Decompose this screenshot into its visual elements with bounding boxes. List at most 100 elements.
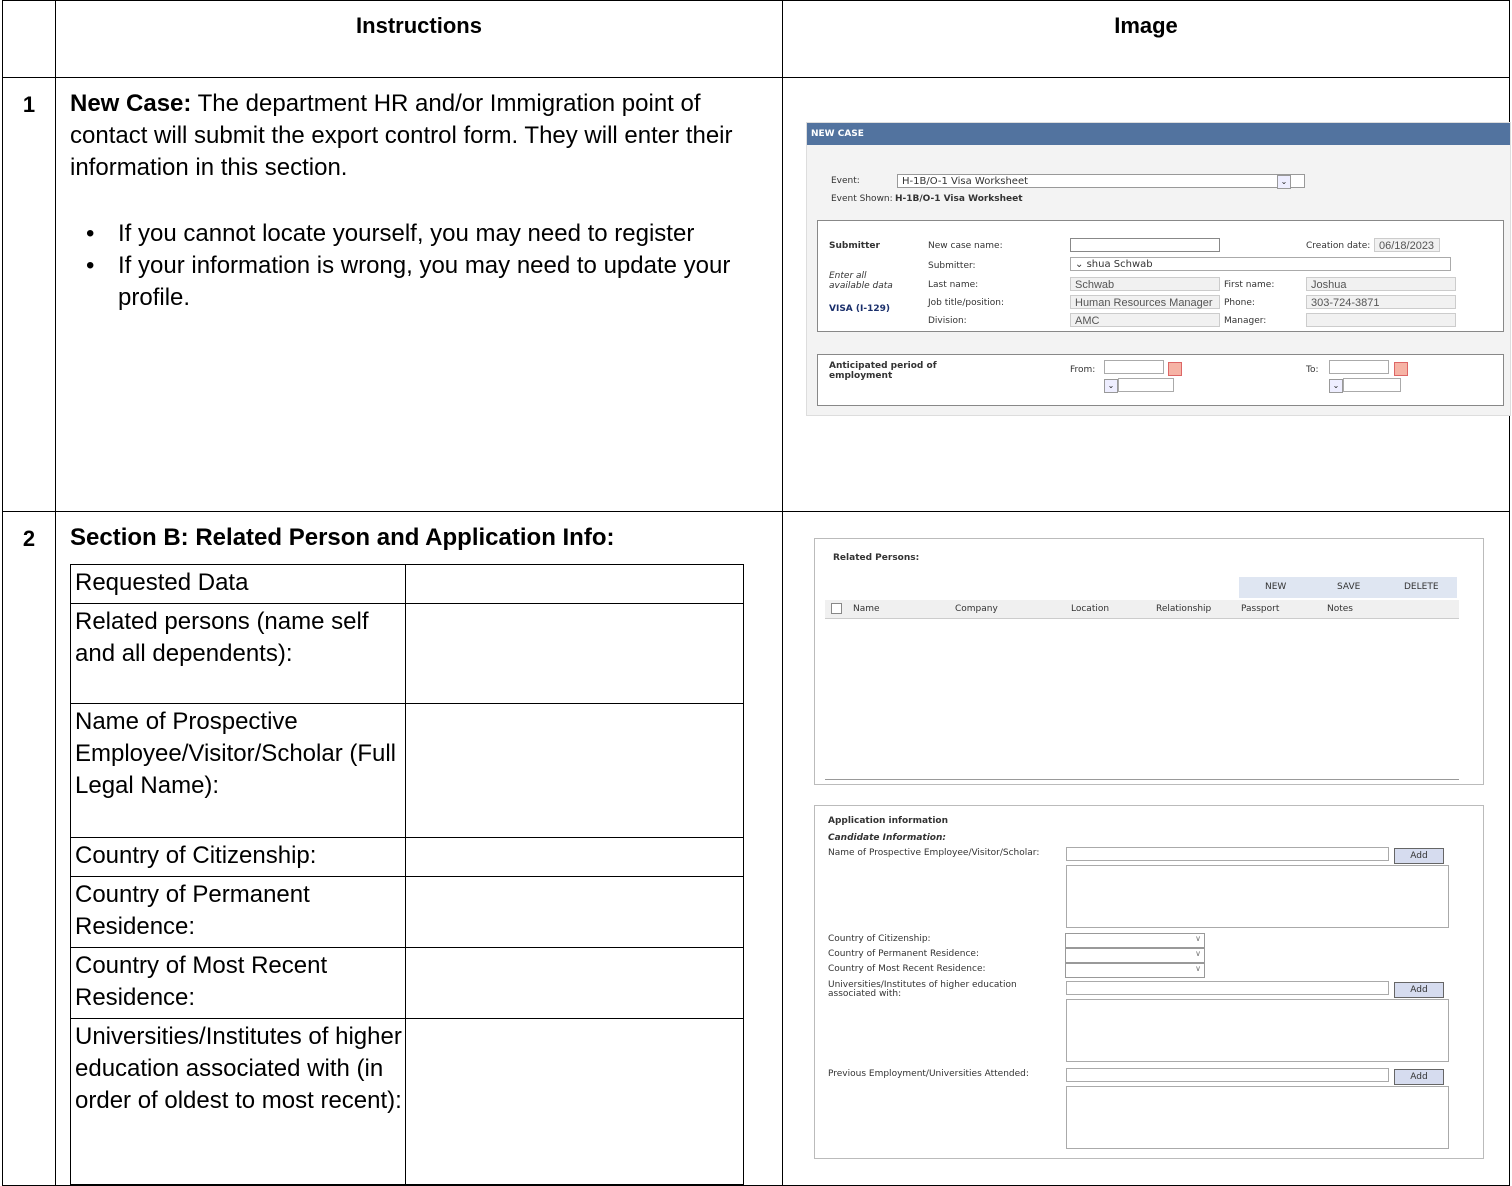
from-time-input[interactable] (1118, 378, 1174, 392)
header-image: Image (782, 0, 1510, 78)
event-dropdown-icon[interactable]: ⌄ (1277, 175, 1291, 189)
submitter-input[interactable]: ⌄ shua Schwab (1070, 257, 1451, 271)
event-shown-label: Event Shown: (831, 194, 893, 204)
req-value (405, 703, 744, 838)
chevron-down-icon[interactable]: ⌄ (1104, 379, 1118, 393)
application-title: Application information (828, 816, 948, 826)
save-button[interactable]: SAVE (1337, 582, 1360, 592)
calendar-icon[interactable] (1394, 362, 1408, 376)
citizenship-select[interactable] (1065, 933, 1205, 948)
new-case-name-input[interactable] (1070, 238, 1220, 252)
event-label: Event: (831, 176, 860, 186)
row-number-2: 2 (2, 511, 56, 1186)
delete-button[interactable]: DELETE (1404, 582, 1439, 592)
col-location[interactable]: Location (1071, 604, 1109, 614)
new-case-name-label: New case name: (928, 241, 1003, 251)
recent-label: Country of Most Recent Residence: (828, 964, 986, 974)
job-title-label: Job title/position: (928, 298, 1005, 308)
enter-all-text: Enter all (829, 271, 867, 281)
col-passport[interactable]: Passport (1241, 604, 1279, 614)
universities-list[interactable] (1066, 999, 1449, 1062)
first-name-field: Joshua (1306, 277, 1456, 291)
requested-data-table: Requested Data Related persons (name sel… (70, 564, 744, 1185)
visa-link[interactable]: VISA (I-129) (829, 304, 890, 314)
application-info-screenshot: Application information Candidate Inform… (814, 805, 1484, 1159)
previous-input[interactable] (1066, 1068, 1389, 1082)
add-previous-button[interactable]: Add (1394, 1069, 1444, 1085)
universities-input[interactable] (1066, 981, 1389, 995)
previous-label: Previous Employment/Universities Attende… (828, 1069, 1029, 1079)
from-label: From: (1070, 365, 1096, 375)
req-row-header: Requested Data (70, 564, 406, 604)
row1-title: New Case: (70, 90, 192, 117)
new-case-bar: NEW CASE (807, 123, 1510, 145)
candidate-subtitle: Candidate Information: (828, 833, 946, 843)
req-value (405, 876, 744, 948)
to-time-input[interactable] (1343, 378, 1401, 392)
submitter-box: Submitter Enter all available data VISA … (817, 220, 1504, 332)
new-case-screenshot: NEW CASE Event: H-1B/O-1 Visa Worksheet … (806, 122, 1511, 416)
add-prospective-button[interactable]: Add (1394, 848, 1444, 864)
division-label: Division: (928, 316, 967, 326)
req-value (405, 1018, 744, 1185)
employment-label: employment (829, 371, 893, 381)
related-toolbar: NEW SAVE DELETE (1239, 577, 1457, 598)
last-name-field: Schwab (1070, 277, 1220, 291)
manager-field (1306, 313, 1456, 327)
permanent-select[interactable] (1065, 948, 1205, 963)
previous-list[interactable] (1066, 1086, 1449, 1149)
row2-title: Section B: Related Person and Applicatio… (70, 524, 615, 551)
chevron-down-icon[interactable]: ⌄ (1075, 259, 1087, 270)
header-instructions: Instructions (55, 0, 783, 78)
available-data-text: available data (829, 281, 893, 291)
chevron-down-icon[interactable]: ⌄ (1329, 379, 1343, 393)
to-date-input[interactable] (1329, 360, 1389, 374)
bullet-register: If you cannot locate yourself, you may n… (86, 218, 772, 250)
new-button[interactable]: NEW (1265, 582, 1286, 592)
bullet-update-profile: If your information is wrong, you may ne… (86, 250, 772, 314)
to-label: To: (1306, 365, 1319, 375)
req-row-related: Related persons (name self and all depen… (70, 603, 406, 704)
req-value (405, 564, 744, 604)
col-name[interactable]: Name (853, 604, 880, 614)
citizenship-label: Country of Citizenship: (828, 934, 931, 944)
select-all-checkbox[interactable] (831, 603, 842, 614)
division-field: AMC (1070, 313, 1220, 327)
universities-label-2: associated with: (828, 989, 902, 999)
col-relationship[interactable]: Relationship (1156, 604, 1211, 614)
add-universities-button[interactable]: Add (1394, 982, 1444, 998)
req-row-permanent: Country of Permanent Residence: (70, 876, 406, 948)
calendar-icon[interactable] (1168, 362, 1182, 376)
req-value (405, 837, 744, 877)
recent-select[interactable] (1065, 963, 1205, 978)
related-divider (825, 779, 1459, 780)
event-shown-value: H-1B/O-1 Visa Worksheet (895, 194, 1023, 204)
header-number-cell (2, 0, 56, 78)
req-row-recent: Country of Most Recent Residence: (70, 947, 406, 1019)
prospective-list[interactable] (1066, 865, 1449, 928)
event-select[interactable]: H-1B/O-1 Visa Worksheet (897, 174, 1305, 188)
last-name-label: Last name: (928, 280, 979, 290)
row1-bullets: If you cannot locate yourself, you may n… (70, 218, 772, 314)
from-date-input[interactable] (1104, 360, 1164, 374)
manager-label: Manager: (1224, 316, 1267, 326)
first-name-label: First name: (1224, 280, 1275, 290)
col-company[interactable]: Company (955, 604, 998, 614)
permanent-label: Country of Permanent Residence: (828, 949, 980, 959)
phone-field: 303-724-3871 (1306, 295, 1456, 309)
related-table-header: Name Company Location Relationship Passp… (825, 600, 1459, 619)
phone-label: Phone: (1224, 298, 1255, 308)
related-persons-title: Related Persons: (833, 553, 920, 563)
row-number-1: 1 (2, 77, 56, 512)
row2-instructions: Section B: Related Person and Applicatio… (55, 511, 783, 1186)
employment-box: Anticipated period of employment From: ⌄… (817, 354, 1504, 406)
col-notes[interactable]: Notes (1327, 604, 1353, 614)
submitter-value: shua Schwab (1086, 259, 1153, 270)
req-row-prospective: Name of Prospective Employee/Visitor/Sch… (70, 703, 406, 838)
req-row-citizenship: Country of Citizenship: (70, 837, 406, 877)
req-row-universities: Universities/Institutes of higher educat… (70, 1018, 406, 1185)
creation-date-field: 06/18/2023 (1374, 238, 1440, 252)
prospective-label: Name of Prospective Employee/Visitor/Sch… (828, 848, 1040, 858)
prospective-input[interactable] (1066, 847, 1389, 861)
submitter-heading: Submitter (829, 241, 880, 251)
